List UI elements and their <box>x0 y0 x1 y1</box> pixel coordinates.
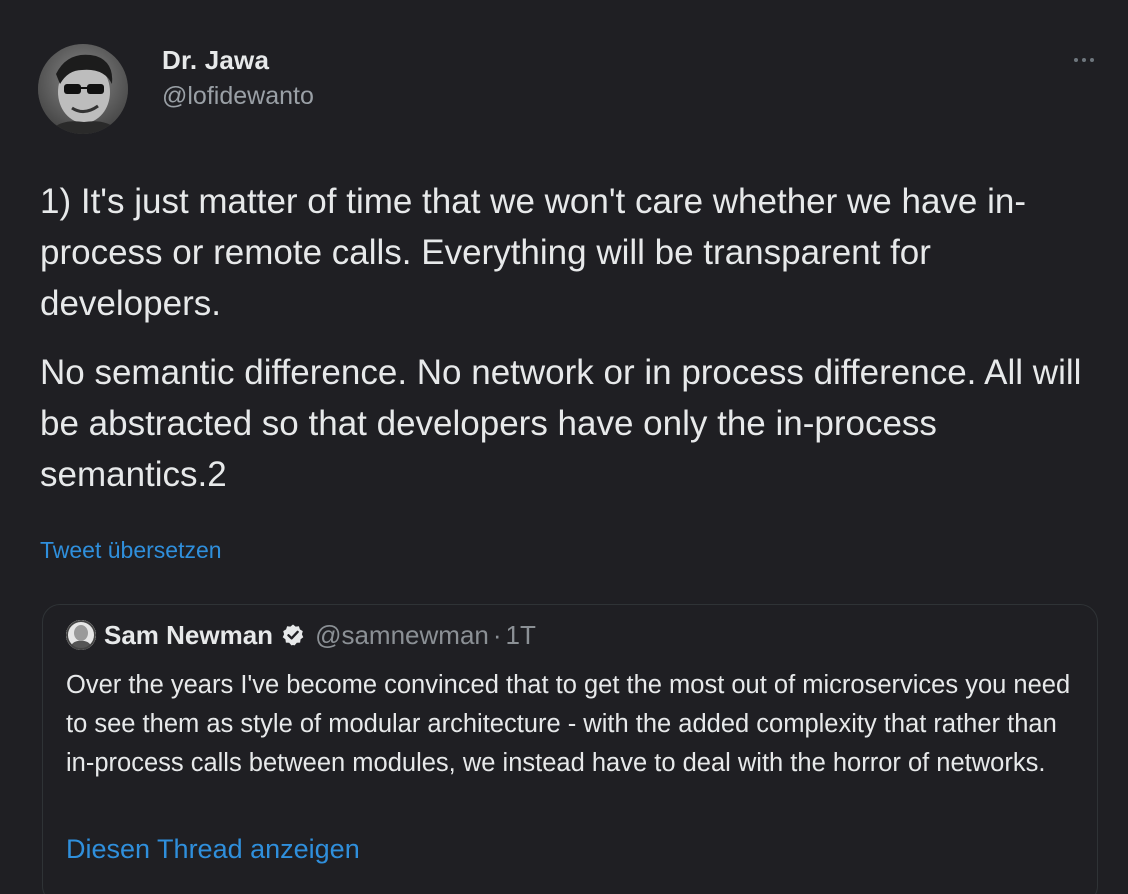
quoted-author-avatar <box>66 620 96 650</box>
quoted-tweet-header: Sam Newman @samnewman · 1T <box>104 620 536 650</box>
tweet-paragraph-1: 1) It's just matter of time that we won'… <box>40 182 1026 323</box>
tweet-card: Dr. Jawa @lofidewanto 1) It's just matte… <box>0 0 1128 894</box>
translate-tweet-link[interactable]: Tweet übersetzen <box>40 537 222 564</box>
quoted-author-handle: @samnewman <box>315 619 489 650</box>
tweet-paragraph-2: No semantic difference. No network or in… <box>40 353 1082 494</box>
more-options-button[interactable] <box>1064 44 1104 76</box>
more-dots-icon <box>1074 58 1094 62</box>
quoted-separator: · <box>492 619 502 650</box>
author-avatar[interactable] <box>38 44 128 134</box>
profile-photo-icon <box>38 44 128 134</box>
quoted-tweet-text: Over the years I've become convinced tha… <box>66 671 1071 777</box>
verified-badge-icon <box>281 623 305 647</box>
quoted-profile-photo-icon <box>66 620 96 650</box>
author-name[interactable]: Dr. Jawa <box>162 45 269 76</box>
show-thread-link[interactable]: Diesen Thread anzeigen <box>66 834 360 865</box>
author-handle[interactable]: @lofidewanto <box>162 82 314 111</box>
quoted-timestamp[interactable]: 1T <box>506 620 536 651</box>
quoted-author-name: Sam Newman <box>104 619 274 650</box>
tweet-text: 1) It's just matter of time that we won'… <box>40 176 1100 500</box>
